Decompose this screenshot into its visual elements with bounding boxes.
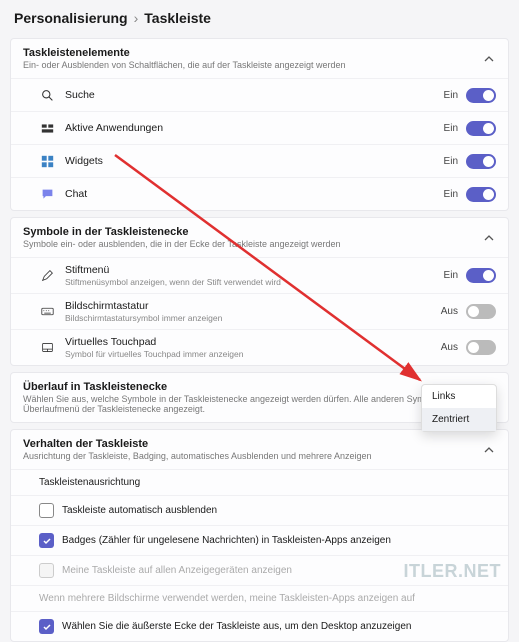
option-links[interactable]: Links [422,385,496,408]
toggle-keyboard[interactable] [466,304,496,319]
toggle-chat[interactable] [466,187,496,202]
row-label: Suche [65,89,444,101]
section-title: Symbole in der Taskleistenecke [23,226,341,238]
checkbox-autohide[interactable] [39,503,54,518]
setting-label: Badges (Zähler für ungelesene Nachrichte… [62,535,391,546]
search-icon [39,87,55,103]
row-widgets: Widgets Ein [11,144,508,177]
watermark: ITLER.NET [404,561,502,582]
section-header[interactable]: Taskleistenelemente Ein- oder Ausblenden… [11,39,508,78]
row-search: Suche Ein [11,78,508,111]
section-title: Verhalten der Taskleiste [23,438,372,450]
section-desc: Symbole ein- oder ausblenden, die in der… [23,239,341,249]
row-label: Aktive Anwendungen [65,122,444,134]
setting-label: Meine Taskleiste auf allen Anzeigegeräte… [62,565,292,576]
toggle-state: Ein [444,123,458,134]
toggle-state: Aus [441,342,458,353]
alignment-dropdown[interactable]: Links Zentriert [421,384,497,432]
row-label: Virtuelles Touchpad Symbol für virtuelle… [65,336,441,359]
toggle-state: Aus [441,306,458,317]
setting-label: Wählen Sie die äußerste Ecke der Tasklei… [62,621,411,632]
row-label: Widgets [65,155,444,167]
alignment-label: Taskleistenausrichtung [39,477,140,488]
toggle-pen[interactable] [466,268,496,283]
row-multi-display: Wenn mehrere Bildschirme verwendet werde… [11,585,508,611]
section-header[interactable]: Symbole in der Taskleistenecke Symbole e… [11,218,508,257]
touchpad-icon [39,340,55,356]
row-taskview: Aktive Anwendungen Ein [11,111,508,144]
row-desktop-corner[interactable]: Wählen Sie die äußerste Ecke der Tasklei… [11,611,508,641]
chevron-up-icon [482,231,496,245]
toggle-search[interactable] [466,88,496,103]
section-title: Überlauf in Taskleistenecke [23,381,486,393]
section-desc: Ausrichtung der Taskleiste, Badging, aut… [23,451,372,461]
section-corner-icons: Symbole in der Taskleistenecke Symbole e… [10,217,509,366]
row-label: Bildschirmtastatur Bildschirmtastatursym… [65,300,441,323]
widgets-icon [39,153,55,169]
pen-icon [39,268,55,284]
section-header[interactable]: Verhalten der Taskleiste Ausrichtung der… [11,430,508,469]
row-pen: Stiftmenü Stiftmenüsymbol anzeigen, wenn… [11,257,508,293]
taskview-icon [39,120,55,136]
section-taskbar-items: Taskleistenelemente Ein- oder Ausblenden… [10,38,509,211]
breadcrumb: Personalisierung › Taskleiste [0,0,519,32]
toggle-state: Ein [444,90,458,101]
row-label: Chat [65,188,444,200]
keyboard-icon [39,304,55,320]
toggle-taskview[interactable] [466,121,496,136]
row-label: Stiftmenü Stiftmenüsymbol anzeigen, wenn… [65,264,444,287]
breadcrumb-parent[interactable]: Personalisierung [14,10,128,26]
setting-label: Wenn mehrere Bildschirme verwendet werde… [39,593,415,604]
section-title: Taskleistenelemente [23,47,346,59]
toggle-state: Ein [444,189,458,200]
section-behavior: Verhalten der Taskleiste Ausrichtung der… [10,429,509,642]
row-chat: Chat Ein [11,177,508,210]
row-alignment: Taskleistenausrichtung [11,469,508,495]
chevron-up-icon [482,52,496,66]
toggle-state: Ein [444,270,458,281]
toggle-widgets[interactable] [466,154,496,169]
checkbox-badges[interactable] [39,533,54,548]
option-zentriert[interactable]: Zentriert [422,408,496,431]
row-touchpad: Virtuelles Touchpad Symbol für virtuelle… [11,329,508,365]
breadcrumb-separator: › [134,10,139,26]
setting-label: Taskleiste automatisch ausblenden [62,505,217,516]
chat-icon [39,186,55,202]
toggle-state: Ein [444,156,458,167]
chevron-up-icon [482,443,496,457]
checkbox-all-displays [39,563,54,578]
row-keyboard: Bildschirmtastatur Bildschirmtastatursym… [11,293,508,329]
row-badges[interactable]: Badges (Zähler für ungelesene Nachrichte… [11,525,508,555]
breadcrumb-current: Taskleiste [144,10,211,26]
row-autohide[interactable]: Taskleiste automatisch ausblenden [11,495,508,525]
section-desc: Ein- oder Ausblenden von Schaltflächen, … [23,60,346,70]
toggle-touchpad[interactable] [466,340,496,355]
checkbox-desktop-corner[interactable] [39,619,54,634]
section-desc: Wählen Sie aus, welche Symbole in der Ta… [23,394,486,414]
